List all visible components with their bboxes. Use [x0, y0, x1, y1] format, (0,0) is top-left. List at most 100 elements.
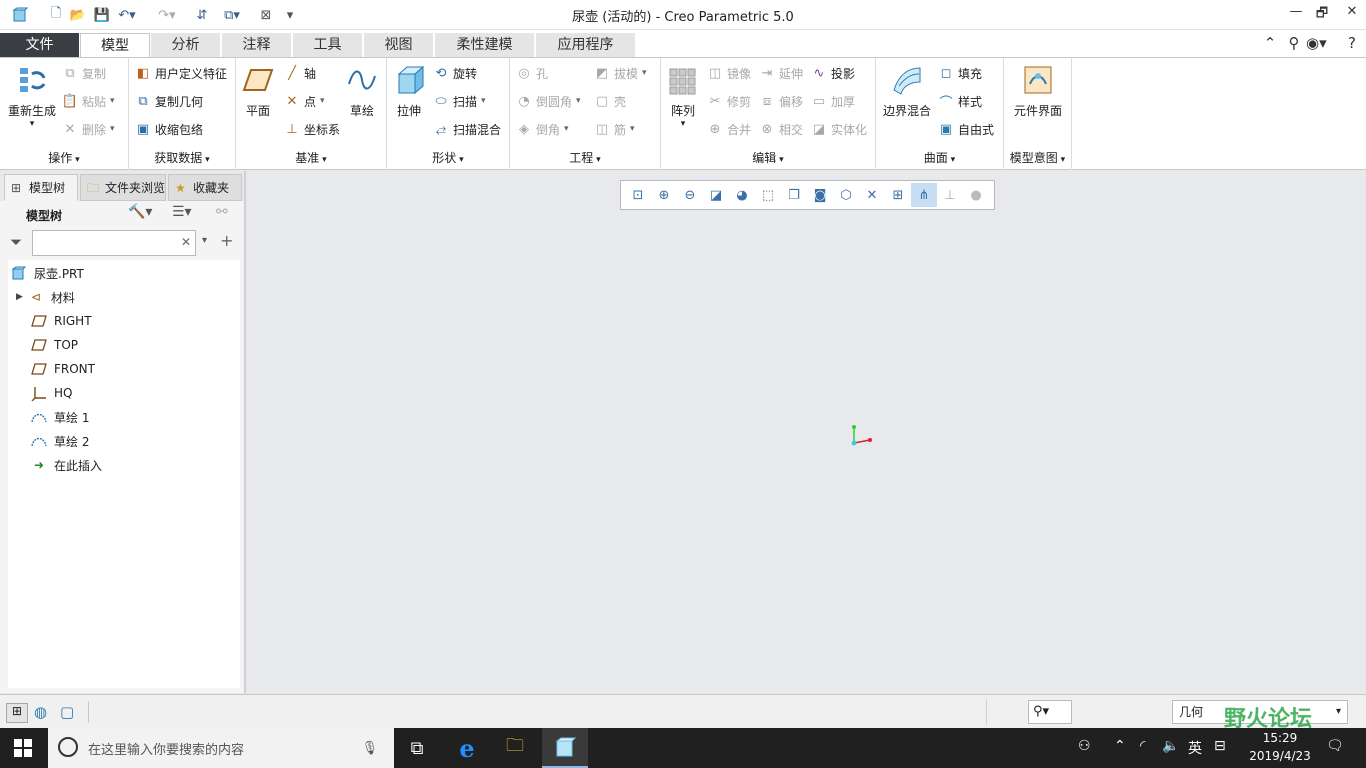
- component-interface-button[interactable]: 元件界面: [1010, 64, 1066, 119]
- creo-app-icon[interactable]: [10, 5, 30, 25]
- tab-annotate[interactable]: 注释: [222, 33, 292, 58]
- trim-button[interactable]: ✂ 修剪: [707, 91, 751, 111]
- ime-indicator[interactable]: 英: [1188, 738, 1202, 758]
- appearance-icon[interactable]: ●: [963, 183, 989, 207]
- hole-button[interactable]: ◎ 孔: [516, 63, 548, 83]
- close-window-icon[interactable]: ⊠: [256, 5, 276, 25]
- browser-icon[interactable]: ◍: [34, 703, 47, 721]
- help-icon[interactable]: ?: [1342, 34, 1362, 54]
- freestyle-button[interactable]: ▣ 自由式: [938, 119, 994, 139]
- tab-tools[interactable]: 工具: [293, 33, 363, 58]
- refit-icon[interactable]: ⊡: [625, 183, 651, 207]
- tree-item-sketch-2[interactable]: 草绘 2: [30, 430, 89, 452]
- project-button[interactable]: ∿ 投影: [811, 63, 855, 83]
- fill-button[interactable]: ◻ 填充: [938, 63, 982, 83]
- rib-button[interactable]: ◫ 筋: [594, 119, 635, 139]
- round-button[interactable]: ◔ 倒圆角: [516, 91, 581, 111]
- microphone-icon[interactable]: 🎙: [361, 741, 378, 756]
- tab-file[interactable]: 文件: [0, 33, 80, 58]
- tab-analysis[interactable]: 分析: [151, 33, 221, 58]
- point-button[interactable]: ✕ 点: [284, 91, 325, 111]
- save-icon[interactable]: 💾: [92, 5, 112, 25]
- tree-item-material[interactable]: ▶ ⊲ 材料: [16, 286, 75, 308]
- group-label-editing[interactable]: 编辑: [661, 149, 875, 166]
- boundary-blend-button[interactable]: 边界混合: [879, 64, 935, 119]
- copy-geometry-button[interactable]: ⧉ 复制几何: [135, 91, 203, 111]
- udf-button[interactable]: ◧ 用户定义特征: [135, 63, 227, 83]
- clock-time[interactable]: 15:29: [1240, 731, 1320, 745]
- csys-display-icon[interactable]: ⊥: [937, 183, 963, 207]
- network-icon[interactable]: ◜: [1140, 738, 1145, 754]
- regenerate-quick-icon[interactable]: ⇵: [192, 5, 212, 25]
- open-folder-icon[interactable]: 📂: [68, 5, 88, 25]
- datum-display-icon[interactable]: ✕: [859, 183, 885, 207]
- show-options-icon[interactable]: ☰▾: [172, 204, 192, 220]
- search-icon[interactable]: ⚲: [1284, 34, 1304, 54]
- group-label-model-intent[interactable]: 模型意图: [1004, 149, 1071, 166]
- redo-icon[interactable]: ↷▾: [156, 5, 178, 25]
- extend-button[interactable]: ⇥ 延伸: [759, 63, 803, 83]
- tab-favorites[interactable]: ★ 收藏夹: [168, 174, 242, 201]
- tree-item-part[interactable]: 尿壶.PRT: [10, 262, 84, 284]
- intersect-button[interactable]: ⊗ 相交: [759, 119, 803, 139]
- display-style-icon[interactable]: ◕: [729, 183, 755, 207]
- paste-button[interactable]: 📋 粘贴: [62, 91, 115, 111]
- style-button[interactable]: ⌒ 样式: [938, 91, 982, 111]
- zoom-in-icon[interactable]: ⊕: [651, 183, 677, 207]
- ime-mode-icon[interactable]: ⊟: [1214, 738, 1226, 754]
- volume-icon[interactable]: 🔈: [1162, 738, 1179, 754]
- offset-button[interactable]: ⧈ 偏移: [759, 91, 803, 111]
- swept-blend-button[interactable]: ⥄ 扫描混合: [433, 119, 501, 139]
- group-label-shapes[interactable]: 形状: [387, 149, 509, 166]
- saved-orientations-icon[interactable]: ⬚: [755, 183, 781, 207]
- filter-dropdown-icon[interactable]: ▾: [202, 235, 207, 246]
- tab-view[interactable]: 视图: [364, 33, 434, 58]
- section-icon[interactable]: ⬡: [833, 183, 859, 207]
- tree-item-sketch-1[interactable]: 草绘 1: [30, 406, 89, 428]
- new-file-icon[interactable]: 🗋: [46, 5, 66, 25]
- tree-columns-icon[interactable]: ⚯: [216, 204, 228, 220]
- extrude-button[interactable]: 拉伸: [381, 64, 437, 119]
- repaint-icon[interactable]: ◪: [703, 183, 729, 207]
- shell-button[interactable]: ▢ 壳: [594, 91, 626, 111]
- expand-arrow-icon[interactable]: ▶: [16, 292, 23, 302]
- merge-button[interactable]: ⊕ 合并: [707, 119, 751, 139]
- tab-model-tree[interactable]: ⊞ 模型树: [4, 174, 78, 201]
- pattern-button[interactable]: 阵列 ▾: [655, 64, 711, 129]
- copy-button[interactable]: ⧉ 复制: [62, 63, 106, 83]
- thicken-button[interactable]: ▭ 加厚: [811, 91, 855, 111]
- regenerate-button[interactable]: 重新生成 ▾: [4, 64, 60, 129]
- zoom-out-icon[interactable]: ⊖: [677, 183, 703, 207]
- minimize-ribbon-icon[interactable]: ⌃: [1260, 34, 1280, 54]
- shrinkwrap-button[interactable]: ▣ 收缩包络: [135, 119, 203, 139]
- perspective-view-icon[interactable]: ◙: [807, 183, 833, 207]
- customize-toolbar-icon[interactable]: ▾: [282, 5, 298, 25]
- tree-item-front[interactable]: FRONT: [30, 358, 95, 380]
- undo-icon[interactable]: ↶▾: [116, 5, 138, 25]
- group-label-operations[interactable]: 操作: [0, 149, 128, 166]
- solidify-button[interactable]: ◪ 实体化: [811, 119, 867, 139]
- clear-filter-icon[interactable]: ✕: [181, 235, 191, 249]
- tree-item-right[interactable]: RIGHT: [30, 310, 92, 332]
- show-hidden-icons-icon[interactable]: ⌃: [1114, 738, 1126, 754]
- group-label-get-data[interactable]: 获取数据: [129, 149, 235, 166]
- restore-button[interactable]: 🗗: [1308, 4, 1336, 24]
- tab-folder-browser[interactable]: 🗀 文件夹浏览: [80, 174, 166, 201]
- clock-date[interactable]: 2019/4/23: [1240, 749, 1320, 763]
- revolve-button[interactable]: ⟲ 旋转: [433, 63, 477, 83]
- graphics-window[interactable]: ⊡ ⊕ ⊖ ◪ ◕ ⬚ ❐ ◙ ⬡ ✕ ⊞ ⋔ ⊥ ●: [248, 171, 1366, 693]
- group-label-engineering[interactable]: 工程: [510, 149, 660, 166]
- tree-item-insert-here[interactable]: ➜ 在此插入: [30, 454, 102, 476]
- full-screen-icon[interactable]: ▢: [60, 703, 74, 721]
- draft-button[interactable]: ◩ 拔模: [594, 63, 647, 83]
- chamfer-button[interactable]: ◈ 倒角: [516, 119, 569, 139]
- tree-filter-input[interactable]: [32, 230, 196, 256]
- axis-button[interactable]: ╱ 轴: [284, 63, 316, 83]
- tree-item-top[interactable]: TOP: [30, 334, 78, 356]
- minimize-button[interactable]: —: [1282, 4, 1310, 24]
- plane-button[interactable]: 平面: [230, 64, 286, 119]
- tab-flexible-modeling[interactable]: 柔性建模: [435, 33, 535, 58]
- spin-center-icon[interactable]: ⋔: [911, 183, 937, 207]
- edge-icon[interactable]: e: [444, 728, 490, 768]
- taskbar-search-box[interactable]: 在这里输入你要搜索的内容 🎙: [48, 728, 394, 768]
